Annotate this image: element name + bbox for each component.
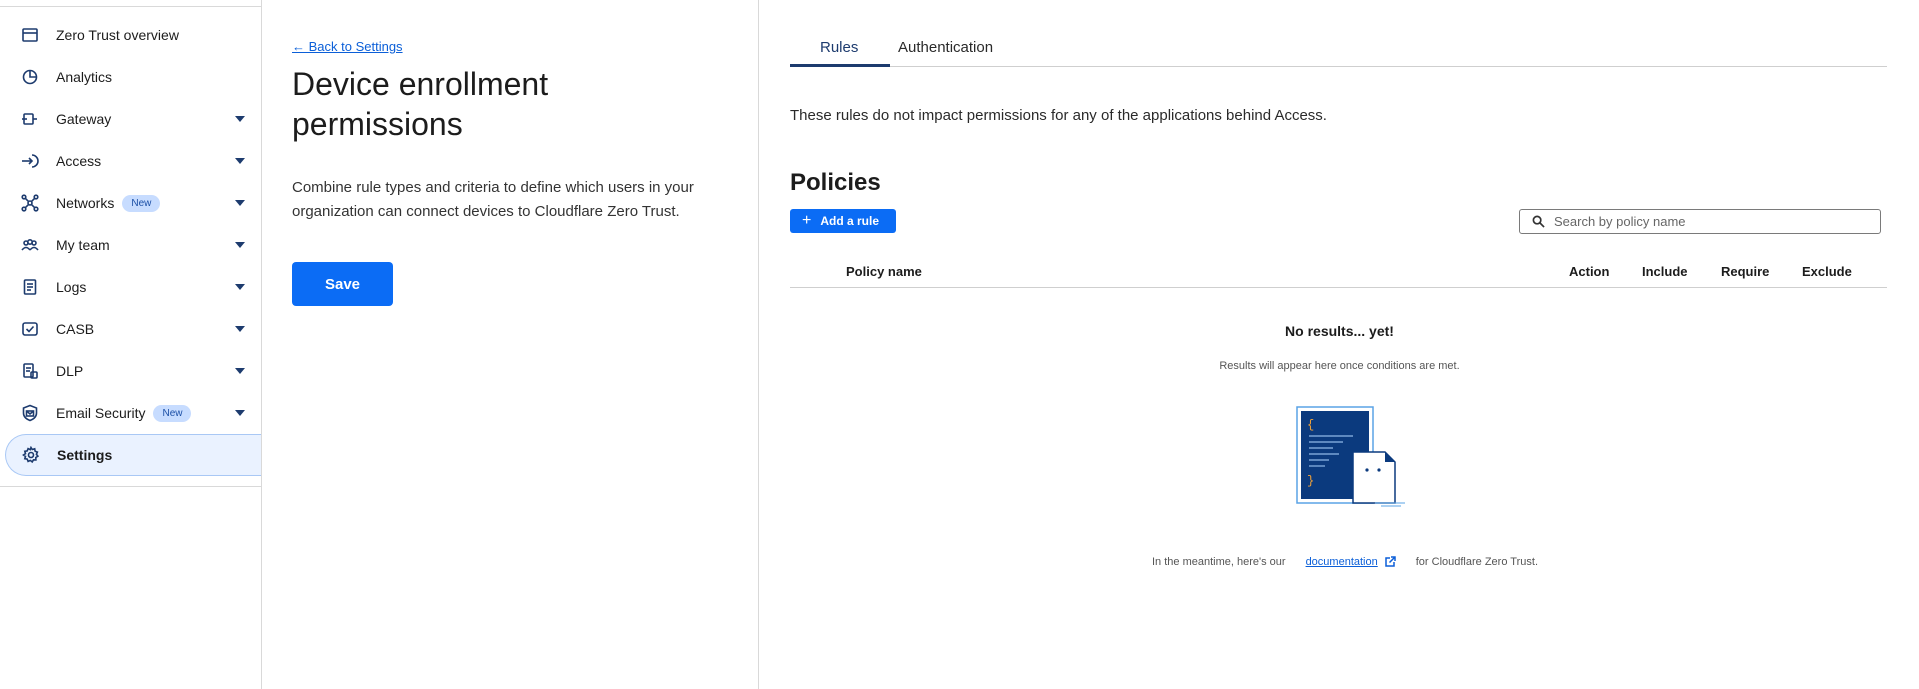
documentation-link[interactable]: documentation bbox=[1306, 556, 1378, 568]
column-header-action[interactable]: Action bbox=[1569, 264, 1609, 279]
column-header-include[interactable]: Include bbox=[1642, 264, 1688, 279]
svg-text:{: { bbox=[1307, 418, 1314, 432]
dlp-icon bbox=[20, 361, 40, 381]
sidebar: Zero Trust overview Analytics Gateway Ac… bbox=[0, 0, 262, 689]
active-tab-indicator bbox=[790, 64, 890, 67]
new-badge: New bbox=[153, 404, 192, 422]
tab-authentication[interactable]: Authentication bbox=[898, 39, 993, 56]
sidebar-item-settings[interactable]: Settings bbox=[5, 434, 261, 476]
sidebar-item-access[interactable]: Access bbox=[0, 140, 261, 182]
documentation-footer: In the meantime, here's our documentatio… bbox=[1152, 556, 1538, 568]
sidebar-item-label: Zero Trust overview bbox=[56, 27, 179, 43]
column-header-require[interactable]: Require bbox=[1721, 264, 1769, 279]
sidebar-item-label: CASB bbox=[56, 321, 95, 337]
sidebar-item-label: My team bbox=[56, 237, 110, 253]
sidebar-item-my-team[interactable]: My team bbox=[0, 224, 261, 266]
empty-state-subtitle: Results will appear here once conditions… bbox=[1219, 360, 1460, 372]
search-input[interactable] bbox=[1554, 214, 1874, 229]
sidebar-item-label: Analytics bbox=[56, 69, 113, 85]
column-header-exclude[interactable]: Exclude bbox=[1802, 264, 1852, 279]
chevron-down-icon[interactable] bbox=[235, 326, 245, 332]
access-icon bbox=[20, 151, 40, 171]
search-icon bbox=[1532, 215, 1545, 228]
sidebar-item-label: Access bbox=[56, 153, 102, 169]
chevron-down-icon[interactable] bbox=[235, 116, 245, 122]
empty-state-title: No results... yet! bbox=[1285, 323, 1394, 339]
sidebar-divider-top bbox=[0, 6, 261, 7]
footer-text-before: In the meantime, here's our bbox=[1152, 556, 1286, 568]
policies-heading: Policies bbox=[790, 169, 881, 196]
add-rule-button[interactable]: + Add a rule bbox=[790, 209, 896, 233]
chevron-down-icon[interactable] bbox=[235, 200, 245, 206]
pie-chart-icon bbox=[20, 67, 40, 87]
sidebar-nav: Zero Trust overview Analytics Gateway Ac… bbox=[0, 14, 261, 476]
sidebar-item-label: Networks bbox=[56, 195, 115, 211]
page-title: Device enrollment permissions bbox=[292, 66, 549, 142]
new-badge: New bbox=[122, 194, 161, 212]
sidebar-item-analytics[interactable]: Analytics bbox=[0, 56, 261, 98]
gateway-icon bbox=[20, 109, 40, 129]
external-link-icon[interactable] bbox=[1384, 556, 1396, 568]
rules-panel: Rules Authentication These rules do not … bbox=[760, 0, 1919, 689]
sidebar-item-label: Settings bbox=[57, 447, 113, 463]
network-icon bbox=[20, 193, 40, 213]
policies-table-header: Policy name Action Include Require Exclu… bbox=[790, 255, 1887, 288]
chevron-down-icon[interactable] bbox=[235, 158, 245, 164]
plus-icon: + bbox=[802, 212, 812, 229]
page-description: Combine rule types and criteria to defin… bbox=[292, 179, 694, 220]
chevron-down-icon[interactable] bbox=[235, 410, 245, 416]
sidebar-item-label: Email Security bbox=[56, 405, 146, 421]
footer-text-after: for Cloudflare Zero Trust. bbox=[1415, 556, 1539, 568]
sidebar-item-label: DLP bbox=[56, 363, 84, 379]
tab-rules[interactable]: Rules bbox=[820, 39, 858, 56]
window-icon bbox=[20, 25, 40, 45]
sidebar-item-label: Logs bbox=[56, 279, 87, 295]
add-rule-label: Add a rule bbox=[820, 214, 880, 228]
rules-info-text: These rules do not impact permissions fo… bbox=[790, 107, 1327, 124]
save-button[interactable]: Save bbox=[292, 262, 393, 306]
sidebar-item-email-security[interactable]: Email Security New bbox=[0, 392, 261, 434]
logs-icon bbox=[20, 277, 40, 297]
gear-icon bbox=[21, 445, 41, 465]
sidebar-item-casb[interactable]: CASB bbox=[0, 308, 261, 350]
sidebar-item-zero-trust-overview[interactable]: Zero Trust overview bbox=[0, 14, 261, 56]
empty-state-illustration: { } bbox=[1296, 406, 1405, 507]
back-to-settings-link[interactable]: ← Back to Settings bbox=[292, 39, 403, 54]
chevron-down-icon[interactable] bbox=[235, 242, 245, 248]
svg-text:}: } bbox=[1307, 474, 1314, 488]
chevron-down-icon[interactable] bbox=[235, 368, 245, 374]
sidebar-item-networks[interactable]: Networks New bbox=[0, 182, 261, 224]
sidebar-item-gateway[interactable]: Gateway bbox=[0, 98, 261, 140]
column-header-policy-name[interactable]: Policy name bbox=[846, 264, 922, 279]
email-security-icon bbox=[20, 403, 40, 423]
sidebar-item-label: Gateway bbox=[56, 111, 112, 127]
sidebar-divider-bottom bbox=[0, 486, 261, 487]
team-icon bbox=[20, 235, 40, 255]
chevron-down-icon[interactable] bbox=[235, 284, 245, 290]
tab-bar: Rules Authentication bbox=[790, 30, 1887, 67]
sidebar-item-logs[interactable]: Logs bbox=[0, 266, 261, 308]
settings-detail-panel: ← Back to Settings Device enrollment per… bbox=[263, 0, 759, 689]
policy-search[interactable] bbox=[1519, 209, 1881, 234]
casb-icon bbox=[20, 319, 40, 339]
sidebar-item-dlp[interactable]: DLP bbox=[0, 350, 261, 392]
